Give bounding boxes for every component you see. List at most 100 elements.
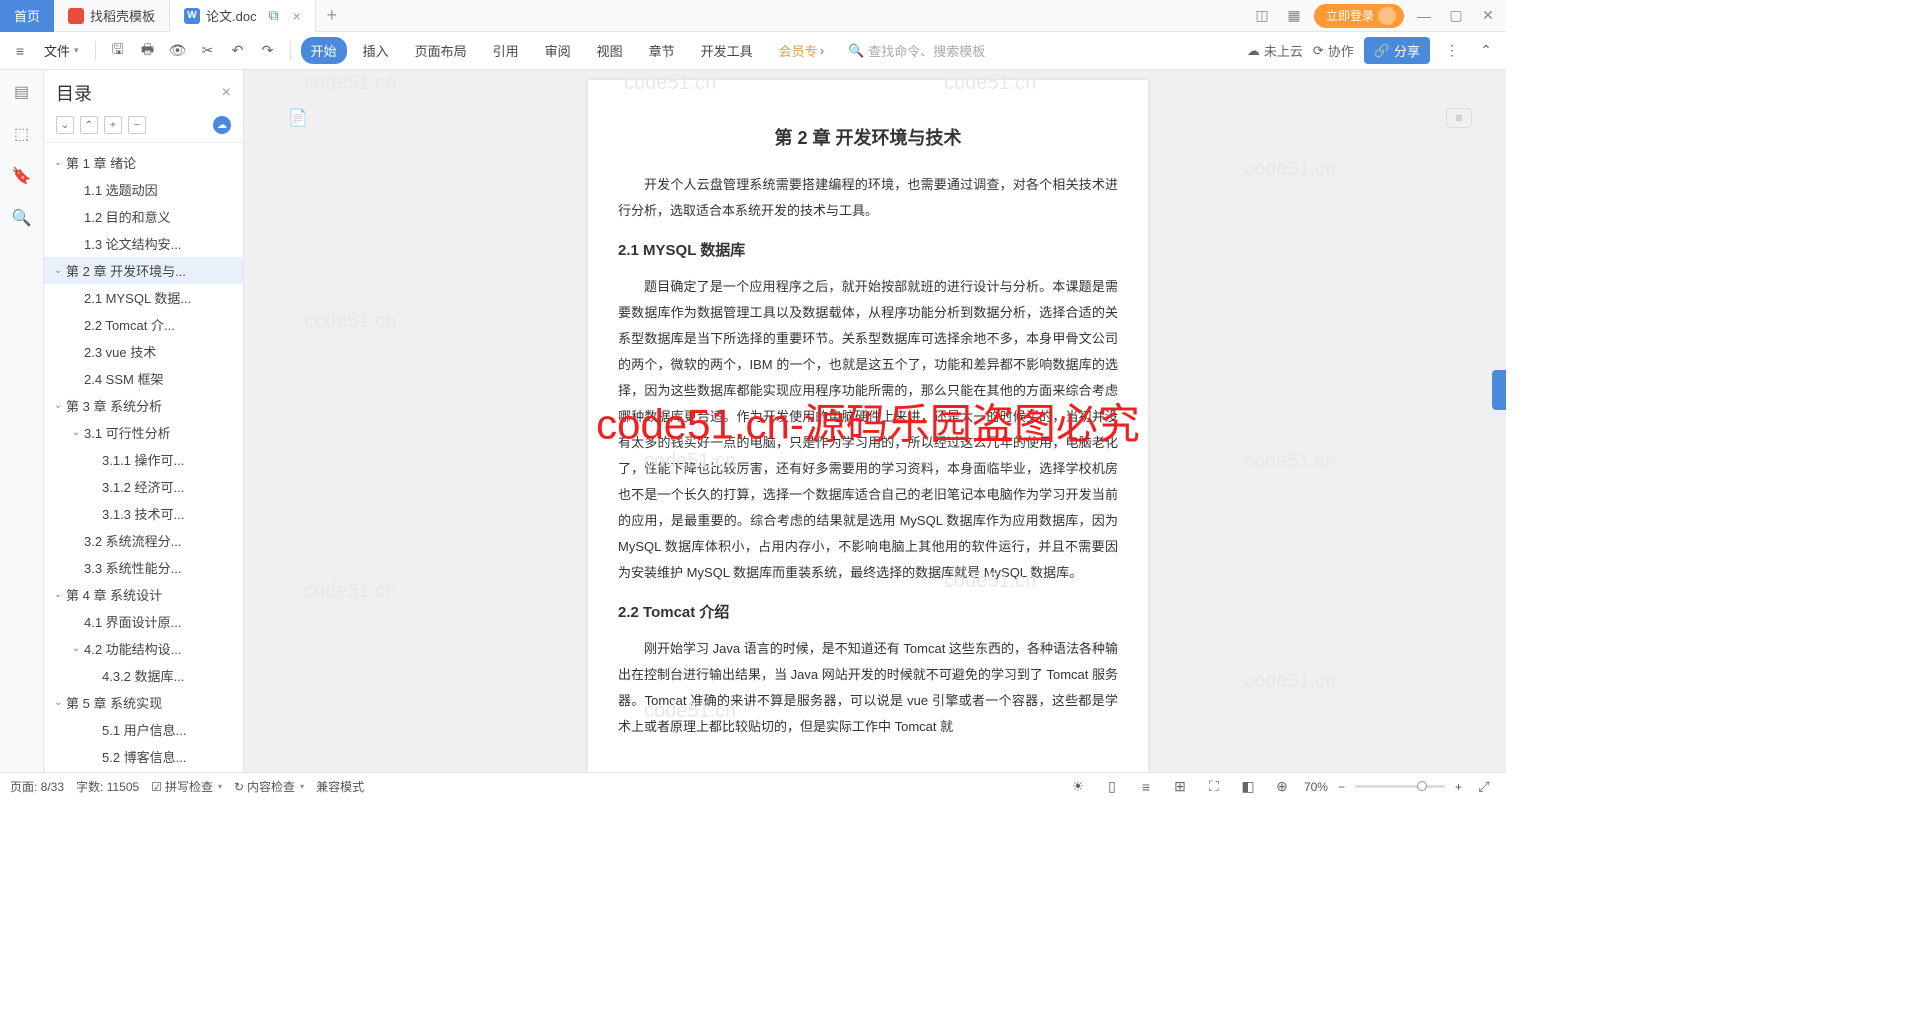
apps-icon[interactable]: ▦ — [1282, 4, 1306, 28]
close-outline-icon[interactable]: × — [222, 84, 231, 102]
outline-view-icon[interactable]: ≡ — [1134, 775, 1158, 799]
page-header-icon[interactable]: 📄 — [288, 108, 308, 128]
menu-review[interactable]: 审阅 — [535, 37, 581, 64]
page-counter[interactable]: 页面: 8/33 — [10, 778, 64, 795]
outline-item[interactable]: ⌄第 4 章 系统设计 — [44, 581, 243, 608]
zoom-level[interactable]: 70% — [1304, 780, 1328, 794]
fullscreen-icon[interactable]: ⛶ — [1202, 775, 1226, 799]
spellcheck-button[interactable]: ☑拼写检查 — [151, 778, 222, 795]
doc-heading-1: 第 2 章 开发环境与技术 — [618, 120, 1118, 156]
print-icon[interactable]: 🖶 — [136, 39, 160, 63]
close-window-icon[interactable]: ✕ — [1476, 4, 1500, 28]
menu-layout[interactable]: 页面布局 — [405, 37, 477, 64]
sync-icon[interactable]: ☁ — [213, 116, 231, 134]
zoom-thumb[interactable] — [1417, 781, 1427, 791]
zoom-out-button[interactable]: − — [1338, 780, 1345, 794]
close-tab-icon[interactable]: × — [293, 8, 301, 24]
page-view-icon[interactable]: ▯ — [1100, 775, 1124, 799]
share-button[interactable]: 🔗分享 — [1364, 37, 1430, 64]
outline-item[interactable]: ⌄第 1 章 绪论 — [44, 149, 243, 176]
more-icon[interactable]: ⋮ — [1440, 39, 1464, 63]
outline-item[interactable]: 5.2 博客信息... — [44, 743, 243, 770]
outline-label: 3.1.2 经济可... — [102, 477, 184, 496]
reading-mode-icon[interactable]: ☀ — [1066, 775, 1090, 799]
outline-item[interactable]: ⌄第 2 章 开发环境与... — [44, 257, 243, 284]
collab-button[interactable]: ⟳协作 — [1313, 41, 1354, 60]
outline-item[interactable]: 2.1 MYSQL 数据... — [44, 284, 243, 311]
menu-devtools[interactable]: 开发工具 — [691, 37, 763, 64]
menu-section[interactable]: 章节 — [639, 37, 685, 64]
fit-width-icon[interactable]: ⤢ — [1472, 775, 1496, 799]
outline-item[interactable]: ⌄第 3 章 系统分析 — [44, 392, 243, 419]
outline-item[interactable]: 3.2 系统流程分... — [44, 527, 243, 554]
outline-label: 3.1 可行性分析 — [84, 423, 171, 442]
side-handle[interactable] — [1492, 370, 1506, 410]
outline-icon[interactable]: ▤ — [10, 80, 34, 104]
command-search[interactable]: 🔍 查找命令、搜索模板 — [848, 41, 985, 60]
preview-icon[interactable]: 👁 — [166, 39, 190, 63]
new-tab-button[interactable]: + — [316, 5, 348, 26]
zoom-in-button[interactable]: + — [1455, 780, 1462, 794]
titlebar: 首页 找稻壳模板 W 论文.doc ⧉ × + ◫ ▦ 立即登录 — ▢ ✕ — [0, 0, 1506, 32]
collapse-all-button[interactable]: ⌄ — [56, 116, 74, 134]
collapse-ribbon-icon[interactable]: ⌃ — [1474, 39, 1498, 63]
menu-view[interactable]: 视图 — [587, 37, 633, 64]
outline-item[interactable]: 3.1.3 技术可... — [44, 500, 243, 527]
layout-icon[interactable]: ◫ — [1250, 4, 1274, 28]
watermark: code51.cn — [304, 580, 396, 603]
bookmark-icon[interactable]: 🔖 — [10, 164, 34, 188]
outline-item[interactable]: ⌄4.2 功能结构设... — [44, 635, 243, 662]
cut-icon[interactable]: ✂ — [196, 39, 220, 63]
sidebar-toggle-icon[interactable]: ◧ — [1236, 775, 1260, 799]
login-button[interactable]: 立即登录 — [1314, 4, 1404, 28]
outline-item[interactable]: 2.2 Tomcat 介... — [44, 311, 243, 338]
word-counter[interactable]: 字数: 11505 — [76, 778, 139, 795]
document-area[interactable]: 📄 ≡ 第 2 章 开发环境与技术 开发个人云盘管理系统需要搭建编程的环境，也需… — [244, 70, 1492, 772]
add-heading-button[interactable]: + — [104, 116, 122, 134]
menu-vip[interactable]: 会员专 — [769, 37, 834, 64]
outline-label: 第 5 章 系统实现 — [66, 693, 162, 712]
search-pane-icon[interactable]: 🔍 — [10, 206, 34, 230]
outline-item[interactable]: 2.4 SSM 框架 — [44, 365, 243, 392]
menu-reference[interactable]: 引用 — [483, 37, 529, 64]
cloud-status[interactable]: ☁未上云 — [1247, 41, 1303, 60]
page-options-icon[interactable]: ≡ — [1446, 108, 1472, 128]
outline-label: 5.1 用户信息... — [102, 720, 187, 739]
save-icon[interactable]: 🖫 — [106, 39, 130, 63]
outline-item[interactable]: 4.1 界面设计原... — [44, 608, 243, 635]
template-tab[interactable]: 找稻壳模板 — [54, 0, 170, 32]
outline-item[interactable]: 1.3 论文结构安... — [44, 230, 243, 257]
toolbox-icon[interactable]: ⬚ — [10, 122, 34, 146]
zoom-slider[interactable] — [1355, 785, 1445, 788]
expand-all-button[interactable]: ⌃ — [80, 116, 98, 134]
watermark: code51.cn — [304, 72, 396, 95]
redo-icon[interactable]: ↷ — [256, 39, 280, 63]
content-check-button[interactable]: ↻内容检查 — [234, 778, 304, 795]
document-tab[interactable]: W 论文.doc ⧉ × — [170, 0, 316, 32]
maximize-icon[interactable]: ▢ — [1444, 4, 1468, 28]
undo-icon[interactable]: ↶ — [226, 39, 250, 63]
outline-item[interactable]: 2.3 vue 技术 — [44, 338, 243, 365]
right-scrollbar[interactable] — [1492, 70, 1506, 772]
outline-item[interactable]: 4.3.2 数据库... — [44, 662, 243, 689]
outline-item[interactable]: 3.1.1 操作可... — [44, 446, 243, 473]
menu-insert[interactable]: 插入 — [353, 37, 399, 64]
outline-item[interactable]: ⌄第 5 章 系统实现 — [44, 689, 243, 716]
remove-heading-button[interactable]: − — [128, 116, 146, 134]
outline-item[interactable]: 3.3 系统性能分... — [44, 554, 243, 581]
doc-heading-2: 2.2 Tomcat 介绍 — [618, 598, 1118, 628]
file-menu[interactable]: 文件 — [38, 41, 85, 60]
home-tab[interactable]: 首页 — [0, 0, 54, 32]
outline-item[interactable]: 1.1 选题动因 — [44, 176, 243, 203]
outline-item[interactable]: 3.1.2 经济可... — [44, 473, 243, 500]
menu-icon[interactable]: ≡ — [8, 39, 32, 63]
outline-item[interactable]: 5.1 用户信息... — [44, 716, 243, 743]
outline-item[interactable]: ⌄3.1 可行性分析 — [44, 419, 243, 446]
split-window-icon[interactable]: ⧉ — [269, 7, 279, 24]
watermark: code51.cn — [1244, 450, 1336, 473]
zoom-to-page-icon[interactable]: ⊕ — [1270, 775, 1294, 799]
outline-item[interactable]: 1.2 目的和意义 — [44, 203, 243, 230]
web-view-icon[interactable]: ⊞ — [1168, 775, 1192, 799]
minimize-icon[interactable]: — — [1412, 4, 1436, 28]
menu-start[interactable]: 开始 — [301, 37, 347, 64]
